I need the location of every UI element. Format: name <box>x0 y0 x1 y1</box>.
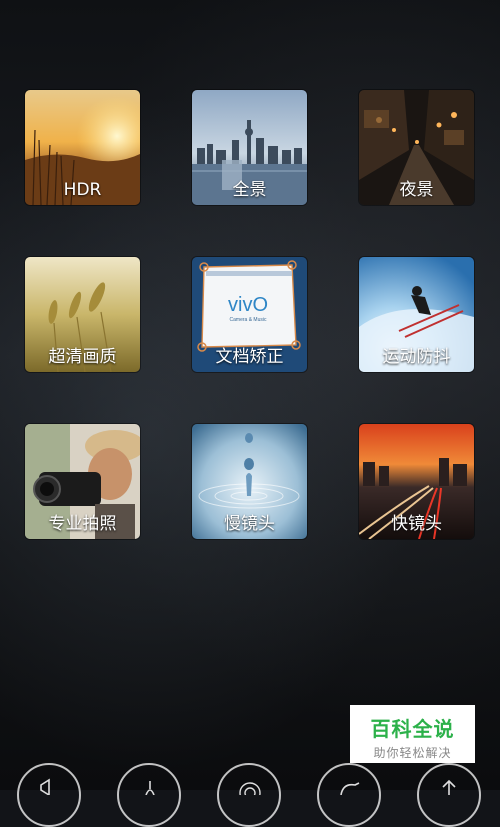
volume-button[interactable] <box>17 763 81 827</box>
vivo-tagline-text: Camera & Music <box>230 317 267 323</box>
mode-tile-document-correction[interactable]: vivO Camera & Music 文档矫正 <box>192 257 307 372</box>
target-button[interactable] <box>217 763 281 827</box>
mode-label: 夜景 <box>399 180 434 200</box>
mode-tile-panorama[interactable]: 全景 <box>192 90 307 205</box>
watermark-title: 百科全说 <box>370 717 455 741</box>
mode-tile-hdr[interactable]: HDR <box>25 90 140 205</box>
timer-icon <box>145 781 155 795</box>
rotate-button[interactable] <box>417 763 481 827</box>
camera-mode-grid: HDR 全景 夜景 超清画质 vivO Camera & Music 文档矫正 … <box>25 90 475 540</box>
target-icon <box>239 782 261 795</box>
mode-label: 快镜头 <box>391 514 442 534</box>
mode-tile-sports-stabilization[interactable]: 运动防抖 <box>359 257 474 372</box>
mode-label: 专业拍照 <box>48 514 117 534</box>
mode-label: HDR <box>63 180 102 200</box>
mode-label: 全景 <box>232 180 267 200</box>
mode-tile-slow-motion[interactable]: 慢镜头 <box>192 424 307 539</box>
mode-label: 慢镜头 <box>224 514 275 534</box>
timer-button[interactable] <box>117 763 181 827</box>
baike-watermark: 百科全说 助你轻松解决 <box>350 705 475 763</box>
mode-tile-professional[interactable]: 专业拍照 <box>25 424 140 539</box>
mode-tile-ultra-hd[interactable]: 超清画质 <box>25 257 140 372</box>
mode-label: 文档矫正 <box>215 347 284 367</box>
rotate-icon <box>442 779 456 795</box>
refresh-icon <box>340 782 360 795</box>
mode-label: 超清画质 <box>48 347 117 367</box>
volume-icon <box>40 778 50 795</box>
mode-tile-time-lapse[interactable]: 快镜头 <box>359 424 474 539</box>
mode-label: 运动防抖 <box>382 347 451 367</box>
vivo-logo-text: vivO <box>228 294 268 316</box>
refresh-button[interactable] <box>317 763 381 827</box>
watermark-subtitle: 助你轻松解决 <box>373 746 452 760</box>
mode-tile-night[interactable]: 夜景 <box>359 90 474 205</box>
